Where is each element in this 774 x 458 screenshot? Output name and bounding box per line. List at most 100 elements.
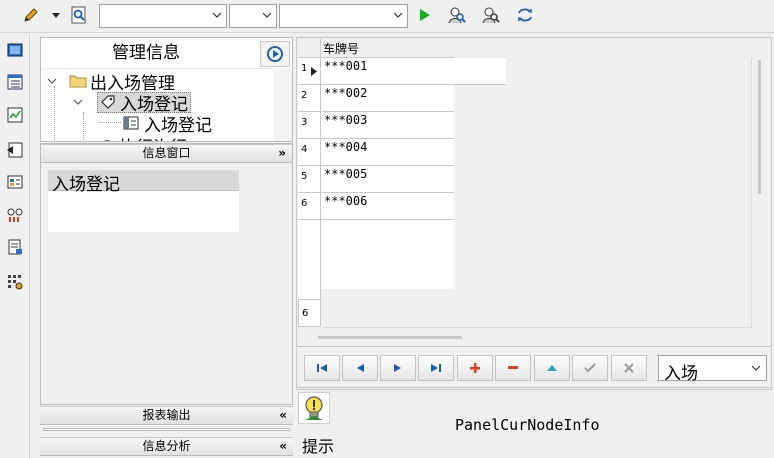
info-window-header[interactable]: 信息窗口 » [41, 144, 292, 163]
chart-icon[interactable] [5, 105, 25, 125]
tree-connector [54, 86, 55, 141]
left-icon-bar [0, 34, 30, 458]
plate-cell[interactable]: ***003 [321, 112, 454, 139]
find-user-icon[interactable] [446, 4, 468, 26]
plate-value: ***005 [324, 167, 368, 181]
tree-scrollbar[interactable] [273, 68, 292, 141]
mode-select[interactable]: 入场 [658, 355, 767, 384]
prior-record-button[interactable] [342, 355, 378, 381]
column-header-plate[interactable]: 车牌号 [321, 39, 454, 58]
plate-value: ***006 [324, 194, 368, 208]
info-window-item[interactable]: 入场登记 [48, 170, 239, 195]
plate-cell[interactable]: ***006 [321, 193, 454, 220]
grid-frame-line [751, 58, 752, 328]
tree-panel: 管理信息 出入场管理 入场登记 入场登记 执行许行 [40, 37, 293, 142]
info-analysis-header[interactable]: 信息分析 « [40, 437, 293, 456]
chevron-down-icon[interactable] [47, 77, 57, 85]
panel-expand-button[interactable] [260, 41, 290, 67]
row-header[interactable]: 5 [298, 166, 321, 193]
check-icon [584, 363, 596, 373]
pencil-icon[interactable] [20, 4, 42, 26]
row-number: 3 [301, 117, 308, 128]
plate-cell[interactable]: ***002 [321, 85, 454, 112]
chevron-down-icon [262, 12, 272, 18]
plate-cell[interactable]: ***001 [321, 58, 506, 85]
plate-value: ***002 [324, 86, 368, 100]
row-header[interactable]: 6 [298, 193, 321, 220]
filter-combo-3[interactable] [279, 4, 408, 28]
dropdown-arrow-icon[interactable] [50, 4, 62, 26]
row-count-footer: 6 [298, 299, 321, 327]
insert-record-button[interactable] [457, 355, 493, 381]
first-record-button[interactable] [304, 355, 340, 381]
info-analysis-title: 信息分析 [142, 439, 191, 453]
plus-icon [470, 363, 480, 373]
collapse-icon[interactable]: » [278, 145, 286, 162]
folder-icon [69, 75, 87, 88]
tree-node-entry-registration-form[interactable]: 入场登记 [123, 112, 212, 136]
row-number: 5 [301, 171, 308, 182]
link-icon[interactable] [5, 205, 25, 225]
up-triangle-icon [547, 365, 557, 371]
filter-combo-2[interactable] [229, 4, 277, 28]
info-window-list: 入场登记 [48, 170, 239, 232]
chevron-down-icon [212, 12, 222, 18]
plate-cell[interactable]: ***005 [321, 166, 454, 193]
window-icon[interactable] [5, 40, 25, 60]
preview-icon[interactable] [68, 4, 90, 26]
first-icon [317, 364, 327, 372]
row-header[interactable]: 1 [298, 58, 321, 85]
grid-frame-line [321, 327, 752, 328]
grid-horizontal-scrollbar[interactable] [318, 336, 462, 339]
row-header[interactable]: 4 [298, 139, 321, 166]
last-icon [431, 364, 441, 372]
plate-value: ***003 [324, 113, 368, 127]
section-divider [43, 428, 290, 431]
refresh-icon[interactable] [514, 4, 536, 26]
row-count: 6 [302, 308, 309, 319]
row-header[interactable]: 3 [298, 112, 321, 139]
current-node-info: PanelCurNodeInfo [455, 416, 600, 434]
run-icon[interactable] [414, 4, 436, 26]
next-record-button[interactable] [380, 355, 416, 381]
expand-icon[interactable]: « [279, 407, 287, 424]
grid-corner [298, 39, 321, 58]
plate-cell[interactable]: ***004 [321, 139, 454, 166]
minus-icon [508, 366, 518, 369]
filter-combo-1[interactable] [99, 4, 227, 28]
row-header-empty [298, 220, 321, 299]
delete-record-button[interactable] [495, 355, 531, 381]
report-output-title: 报表输出 [142, 408, 191, 422]
prior-icon [357, 364, 364, 372]
last-record-button[interactable] [418, 355, 454, 381]
expand-icon[interactable]: « [279, 438, 287, 455]
chevron-down-icon[interactable] [73, 98, 83, 106]
list-icon[interactable] [5, 72, 25, 92]
cancel-record-button[interactable] [611, 355, 647, 381]
row-header[interactable]: 2 [298, 85, 321, 112]
post-record-button[interactable] [572, 355, 608, 381]
tree-connector [83, 112, 84, 141]
properties-icon[interactable] [5, 171, 25, 191]
toolbar [0, 0, 774, 33]
row-number: 1 [301, 63, 308, 74]
document-icon[interactable] [5, 237, 25, 257]
form-icon [123, 116, 139, 130]
close-icon [624, 363, 634, 373]
plate-value: ***001 [324, 59, 368, 73]
grid-vertical-scrollbar[interactable] [758, 60, 761, 194]
tree-node-partial[interactable]: 执行许行 [99, 133, 187, 142]
edit-record-button[interactable] [534, 355, 570, 381]
row-number: 6 [301, 198, 308, 209]
column-header-label: 车牌号 [323, 42, 360, 56]
gear-icon [104, 140, 110, 141]
find-next-icon[interactable] [480, 4, 502, 26]
grid-settings-icon[interactable] [5, 272, 25, 292]
info-window-item-label: 入场登记 [52, 175, 120, 195]
export-icon[interactable] [5, 140, 25, 160]
report-output-header[interactable]: 报表输出 « [40, 406, 293, 425]
selected-node-highlight: 入场登记 [97, 91, 191, 115]
tree-node-label: 执行许行 [119, 133, 187, 142]
grid-empty-area [321, 220, 454, 289]
panel-title: 管理信息 [112, 43, 180, 63]
